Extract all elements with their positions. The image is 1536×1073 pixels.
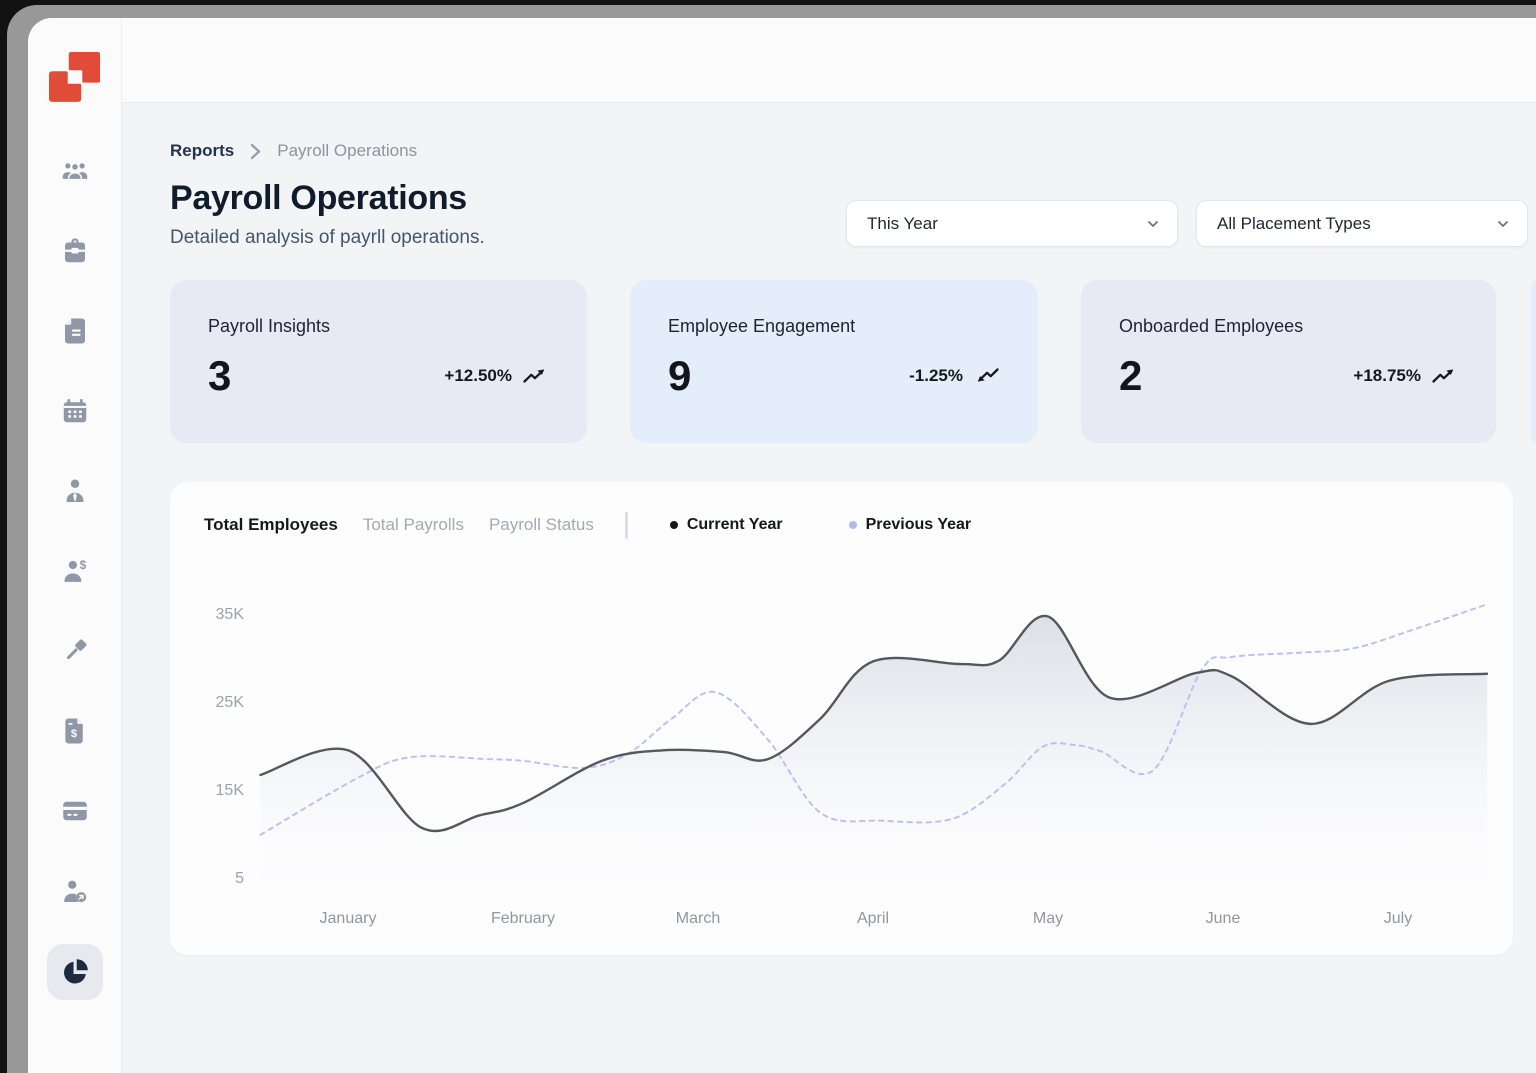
- team-icon: [60, 156, 90, 186]
- y-axis-tick: 15K: [216, 782, 245, 799]
- legend-dot: [670, 521, 678, 529]
- sidebar-item-team[interactable]: [58, 154, 92, 188]
- stat-label: Employee Engagement: [668, 316, 1000, 337]
- placement-type-select[interactable]: All Placement Types: [1196, 200, 1528, 247]
- main-area: Reports Payroll Operations Payroll Opera…: [122, 18, 1536, 1073]
- app-window: $ $: [28, 18, 1536, 1073]
- placement-type-select-value: All Placement Types: [1217, 214, 1371, 234]
- employee-icon: [60, 476, 90, 506]
- sidebar-item-invoices[interactable]: $: [58, 714, 92, 748]
- user-arrow-icon: [60, 876, 90, 906]
- sidebar-item-compliance[interactable]: [58, 634, 92, 668]
- gavel-icon: [60, 636, 90, 666]
- logo-icon: [49, 52, 101, 102]
- line-chart: 35K 25K 15K 5 January February March April May Ju…: [204, 583, 1481, 940]
- x-axis-label: February: [491, 910, 555, 927]
- tab-total-payrolls[interactable]: Total Payrolls: [363, 515, 464, 535]
- svg-text:$: $: [79, 558, 86, 572]
- x-axis-label: March: [676, 910, 720, 927]
- legend-label: Current Year: [687, 516, 783, 534]
- chevron-down-icon: [1496, 217, 1510, 231]
- x-axis-label: January: [320, 910, 377, 927]
- tab-payroll-status[interactable]: Payroll Status: [489, 515, 594, 535]
- calendar-icon: [60, 396, 90, 426]
- stats-row: Payroll Insights 3 +12.50%: [170, 280, 1536, 443]
- sidebar: $ $: [28, 18, 122, 1073]
- svg-text:$: $: [70, 728, 77, 740]
- chart-legend: Current Year Previous Year: [670, 516, 971, 534]
- x-axis-label: May: [1033, 910, 1063, 927]
- chevron-right-icon: [250, 143, 261, 160]
- chart-header: Total Employees Total Payrolls Payroll S…: [204, 508, 1481, 542]
- stat-value: 9: [668, 355, 691, 397]
- briefcase-icon: [60, 236, 90, 266]
- legend-current-year[interactable]: Current Year: [670, 516, 783, 534]
- stat-label: Payroll Insights: [208, 316, 549, 337]
- stat-card-payroll-insights: Payroll Insights 3 +12.50%: [170, 280, 587, 443]
- stat-card-employee-engagement: Employee Engagement 9 -1.25%: [630, 280, 1038, 443]
- sidebar-item-contracts[interactable]: [58, 314, 92, 348]
- period-select-value: This Year: [867, 214, 938, 234]
- stat-change: +12.50%: [444, 366, 512, 386]
- trending-down-icon: [973, 365, 1000, 387]
- y-axis-tick: 5: [235, 870, 244, 887]
- legend-dot: [849, 521, 857, 529]
- sidebar-nav: $ $: [47, 154, 103, 1000]
- x-axis-label: July: [1384, 910, 1412, 927]
- sidebar-item-briefcase[interactable]: [58, 234, 92, 268]
- x-axis-label: June: [1206, 910, 1241, 927]
- stat-label: Onboarded Employees: [1119, 316, 1458, 337]
- stat-value: 3: [208, 355, 231, 397]
- sidebar-item-reports[interactable]: [47, 944, 103, 1000]
- chevron-down-icon: [1146, 217, 1160, 231]
- invoice-dollar-icon: $: [60, 716, 90, 746]
- sidebar-item-calendar[interactable]: [58, 394, 92, 428]
- page-title: Payroll Operations: [170, 179, 485, 218]
- breadcrumb-reports[interactable]: Reports: [170, 141, 234, 161]
- app-logo[interactable]: [49, 52, 101, 102]
- sidebar-item-referrals[interactable]: [58, 874, 92, 908]
- stat-card-partial: [1531, 280, 1536, 443]
- trending-up-icon: [1431, 365, 1458, 387]
- trending-up-icon: [522, 365, 549, 387]
- chart-card: Total Employees Total Payrolls Payroll S…: [170, 482, 1513, 955]
- credit-card-icon: [60, 796, 90, 826]
- stat-value: 2: [1119, 355, 1142, 397]
- y-axis-tick: 25K: [216, 694, 245, 711]
- period-select[interactable]: This Year: [846, 200, 1178, 247]
- stat-card-onboarded-employees: Onboarded Employees 2 +18.75%: [1081, 280, 1496, 443]
- sidebar-item-employee[interactable]: [58, 474, 92, 508]
- legend-label: Previous Year: [866, 516, 972, 534]
- sidebar-item-payee[interactable]: $: [58, 554, 92, 588]
- breadcrumb: Reports Payroll Operations: [170, 141, 485, 161]
- payee-icon: $: [60, 556, 90, 586]
- breadcrumb-current: Payroll Operations: [277, 141, 417, 161]
- stat-change: -1.25%: [909, 366, 963, 386]
- content-area: Reports Payroll Operations Payroll Opera…: [122, 103, 1536, 1073]
- window-frame: $ $: [7, 5, 1536, 1073]
- legend-previous-year[interactable]: Previous Year: [849, 516, 972, 534]
- stat-change: +18.75%: [1353, 366, 1421, 386]
- x-axis-label: April: [857, 910, 889, 927]
- tab-total-employees[interactable]: Total Employees: [204, 515, 338, 535]
- contracts-icon: [60, 316, 90, 346]
- divider: [625, 512, 628, 539]
- sidebar-item-payments[interactable]: [58, 794, 92, 828]
- filters: This Year All Placement Types: [846, 200, 1528, 247]
- y-axis-tick: 35K: [216, 606, 245, 623]
- page-subtitle: Detailed analysis of payrll operations.: [170, 227, 485, 249]
- pie-chart-icon: [59, 956, 91, 988]
- header-bar: [122, 18, 1536, 103]
